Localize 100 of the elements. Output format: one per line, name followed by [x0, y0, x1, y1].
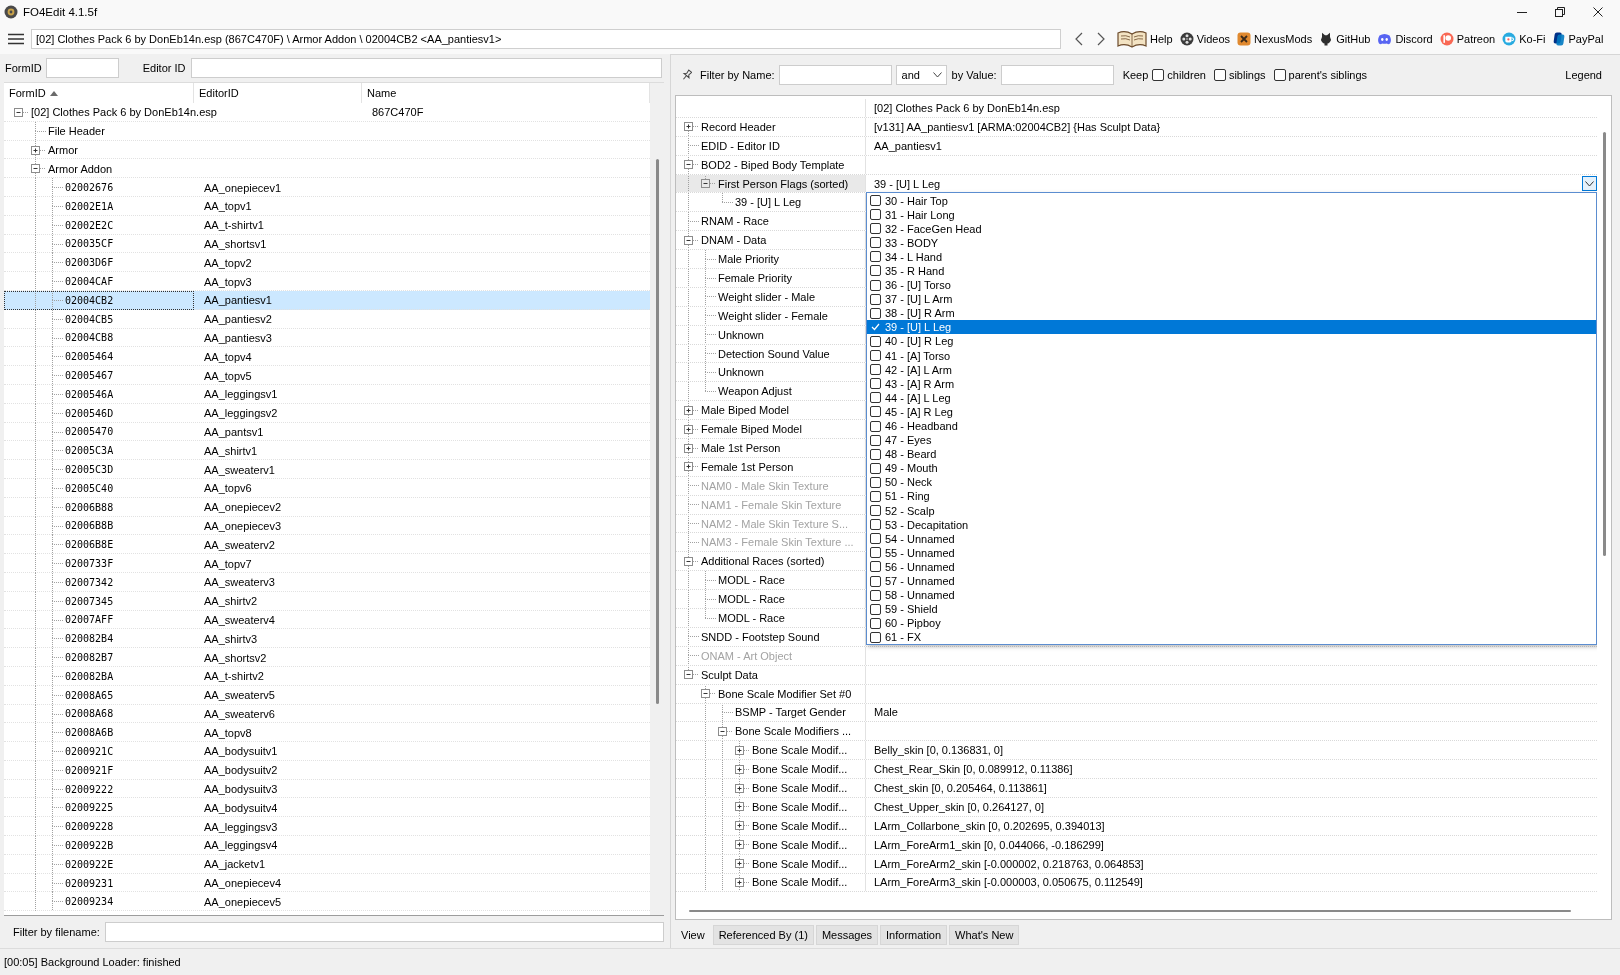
field-name-cell[interactable]: Weapon Adjust: [676, 382, 866, 401]
tree-row[interactable]: 02004CB5 AA_pantiesv2: [4, 309, 650, 329]
checkbox[interactable]: [870, 293, 881, 305]
tree-row[interactable]: 0200546D AA_leggingsv2: [4, 403, 650, 423]
checkbox[interactable]: [870, 505, 881, 517]
field-name-cell[interactable]: Bone Scale Modifiers ...: [676, 722, 866, 741]
tree-row[interactable]: 0200546A AA_leggingsv1: [4, 384, 650, 404]
close-icon[interactable]: [1593, 7, 1603, 17]
tree-row[interactable]: 0200922E AA_jacketv1: [4, 854, 650, 874]
field-name-cell[interactable]: Additional Races (sorted): [676, 552, 866, 571]
collapse-icon[interactable]: [684, 556, 693, 566]
expand-icon[interactable]: [31, 145, 40, 155]
field-name-cell[interactable]: SNDD - Footstep Sound: [676, 627, 866, 646]
field-name-cell[interactable]: Bone Scale Modif...: [676, 760, 866, 779]
toolbar-link[interactable]: NexusMods: [1237, 32, 1313, 46]
collapse-icon[interactable]: [718, 726, 727, 736]
expand-icon[interactable]: [684, 424, 693, 434]
checkbox[interactable]: [870, 434, 881, 446]
checkbox[interactable]: [870, 631, 881, 643]
tree-row[interactable]: 02008A6B AA_topv8: [4, 723, 650, 743]
tree-row[interactable]: 02009234 AA_onepiecev5: [4, 892, 650, 912]
dropdown-option[interactable]: 56 - Unnamed: [867, 559, 1596, 574]
dropdown-option[interactable]: 42 - [A] L Arm: [867, 362, 1596, 377]
scrollbar[interactable]: [650, 83, 664, 915]
tree-row[interactable]: 02008A68 AA_sweaterv6: [4, 704, 650, 724]
tree-row[interactable]: 020082BA AA_t-shirtv2: [4, 666, 650, 686]
field-name-cell[interactable]: Record Header: [676, 117, 866, 136]
collapse-icon[interactable]: [14, 108, 23, 117]
tree-row[interactable]: 02005C40 AA_topv6: [4, 478, 650, 498]
field-name-cell[interactable]: MODL - Race: [676, 590, 866, 609]
field-name-cell[interactable]: Bone Scale Modifier Set #0: [676, 684, 866, 703]
field-name-cell[interactable]: Female Biped Model: [676, 420, 866, 439]
field-name-cell[interactable]: Bone Scale Modif...: [676, 873, 866, 892]
dropdown-option[interactable]: 45 - [A] R Leg: [867, 404, 1596, 419]
dropdown-option[interactable]: 57 - Unnamed: [867, 574, 1596, 589]
menu-icon[interactable]: [8, 33, 24, 45]
dropdown-option[interactable]: 43 - [A] R Arm: [867, 376, 1596, 391]
tree-row[interactable]: 0200733F AA_topv7: [4, 554, 650, 573]
expand-icon[interactable]: [735, 840, 744, 850]
tree-row[interactable]: 02002676 AA_onepiecev1: [4, 178, 650, 197]
checkbox[interactable]: [870, 378, 881, 390]
dropdown-option[interactable]: 39 - [U] L Leg: [867, 320, 1596, 335]
column-header[interactable]: EditorID: [194, 83, 362, 103]
expand-icon[interactable]: [735, 783, 744, 793]
checkbox[interactable]: [870, 547, 881, 559]
field-name-cell[interactable]: Unknown: [676, 363, 866, 382]
dropdown-option[interactable]: 33 - BODY: [867, 235, 1596, 250]
path-field[interactable]: [02] Clothes Pack 6 by DonEb14n.esp (867C470F) \ Armor Addon \ 02004CB2 <AA_pantiesv1>: [31, 29, 1061, 49]
dropdown-option[interactable]: 48 - Beard: [867, 447, 1596, 462]
field-name-cell[interactable]: Male 1st Person: [676, 439, 866, 457]
field-name-cell[interactable]: Sculpt Data: [676, 665, 866, 684]
checkbox[interactable]: [870, 406, 881, 418]
editorid-filter-field[interactable]: [191, 58, 662, 78]
tree-row[interactable]: 02002E2C AA_t-shirtv1: [4, 215, 650, 235]
checkbox[interactable]: [870, 307, 881, 319]
tree-row[interactable]: 02007345 AA_shirtv2: [4, 591, 650, 611]
checkbox[interactable]: [870, 448, 881, 460]
scrollbar-thumb[interactable]: [1602, 132, 1606, 556]
tree-row[interactable]: 02004CB2 AA_pantiesv1: [4, 290, 650, 310]
dropdown-option[interactable]: 30 - Hair Top: [867, 193, 1596, 208]
value-filter-field[interactable]: [1000, 65, 1114, 85]
scrollbar-thumb[interactable]: [655, 159, 659, 704]
tree-row[interactable]: 02005464 AA_topv4: [4, 347, 650, 367]
tab[interactable]: Referenced By (1): [712, 925, 814, 945]
operator-select[interactable]: and: [895, 65, 947, 85]
tree-row[interactable]: 02003D6F AA_topv2: [4, 253, 650, 273]
tree-row[interactable]: 0200921F AA_bodysuitv2: [4, 760, 650, 780]
pin-icon[interactable]: [682, 69, 692, 81]
tree-row[interactable]: 02005C3A AA_shirtv1: [4, 441, 650, 461]
checkbox[interactable]: [870, 476, 881, 488]
tree-row[interactable]: 02009228 AA_leggingsv3: [4, 817, 650, 837]
field-name-cell[interactable]: Weight slider - Male: [676, 287, 866, 306]
checkbox[interactable]: [870, 265, 881, 277]
checkbox[interactable]: [870, 420, 881, 432]
tree-row[interactable]: 02007342 AA_sweaterv3: [4, 572, 650, 592]
checkbox[interactable]: [870, 209, 881, 221]
collapse-icon[interactable]: [701, 179, 710, 189]
formid-filter-field[interactable]: [45, 58, 119, 78]
expand-icon[interactable]: [684, 443, 693, 453]
filename-filter-field[interactable]: [104, 922, 664, 942]
dropdown-option[interactable]: 35 - R Hand: [867, 263, 1596, 278]
dropdown-option[interactable]: 55 - Unnamed: [867, 545, 1596, 560]
checkbox[interactable]: [1152, 69, 1165, 81]
expand-icon[interactable]: [735, 878, 744, 887]
field-name-cell[interactable]: Bone Scale Modif...: [676, 797, 866, 816]
field-name-cell[interactable]: Bone Scale Modif...: [676, 854, 866, 873]
field-name-cell[interactable]: Bone Scale Modif...: [676, 741, 866, 760]
expand-icon[interactable]: [684, 405, 693, 415]
expand-icon[interactable]: [735, 764, 744, 774]
field-name-cell[interactable]: Male Priority: [676, 250, 866, 268]
field-name-cell[interactable]: DNAM - Data: [676, 231, 866, 250]
dropdown-option[interactable]: 60 - Pipboy: [867, 616, 1596, 631]
dropdown-option[interactable]: 49 - Mouth: [867, 461, 1596, 476]
dropdown-option[interactable]: 40 - [U] R Leg: [867, 334, 1596, 349]
dropdown-option[interactable]: 41 - [A] Torso: [867, 348, 1596, 363]
tree-row[interactable]: 020082B7 AA_shortsv2: [4, 648, 650, 667]
expand-icon[interactable]: [684, 122, 693, 132]
tab[interactable]: Messages: [815, 925, 879, 945]
field-name-cell[interactable]: Bone Scale Modif...: [676, 816, 866, 835]
checkbox[interactable]: [870, 279, 881, 291]
